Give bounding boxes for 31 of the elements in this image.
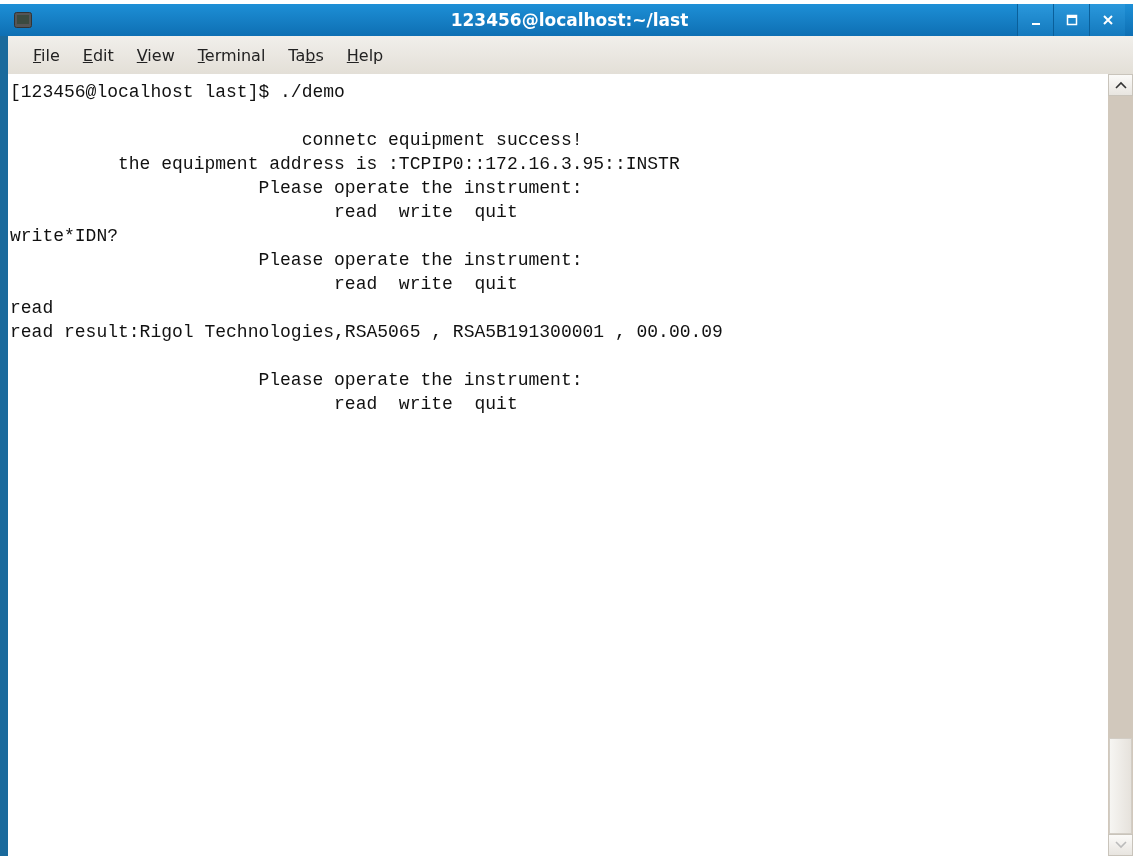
- window-title: 123456@localhost:~/last: [449, 10, 690, 30]
- scroll-up-button[interactable]: [1108, 74, 1133, 96]
- terminal-line: read write quit: [333, 202, 518, 222]
- terminal-line: Please operate the instrument:: [257, 250, 583, 270]
- menu-item[interactable]: View: [125, 41, 186, 69]
- menu-item[interactable]: Tabs: [277, 41, 335, 69]
- maximize-icon: [1065, 14, 1078, 26]
- terminal-line: Please operate the instrument:: [257, 178, 583, 198]
- terminal-line: read write quit: [333, 394, 518, 414]
- terminal-line: Please operate the instrument:: [257, 370, 583, 390]
- close-icon: [1101, 14, 1114, 26]
- menu-item[interactable]: Terminal: [186, 41, 277, 69]
- terminal-line: read: [10, 298, 54, 318]
- terminal-line: read result:Rigol Technologies,RSA5065 , RSA5B191300001 , 00.00.09: [10, 322, 723, 342]
- menu-item[interactable]: File: [22, 41, 71, 69]
- menu-item[interactable]: Edit: [71, 41, 125, 69]
- menu-item[interactable]: Help: [335, 41, 395, 69]
- minimize-icon: [1031, 23, 1040, 25]
- close-button[interactable]: [1089, 4, 1125, 36]
- terminal-icon: [14, 12, 32, 28]
- scrollbar[interactable]: [1108, 74, 1133, 856]
- caret-up-icon: [1114, 81, 1127, 89]
- terminal-line: [123456@localhost last]$ ./demo: [10, 82, 345, 102]
- terminal-line: the equipment address is :TCPIP0::172.16.3.95::INSTR: [117, 154, 680, 174]
- terminal-line: read write quit: [333, 274, 518, 294]
- scroll-thumb[interactable]: [1109, 738, 1132, 834]
- scroll-down-button[interactable]: [1108, 834, 1133, 856]
- terminal-line: write*IDN?: [10, 226, 119, 246]
- maximize-button[interactable]: [1053, 4, 1089, 36]
- terminal-line: connetc equipment success!: [300, 130, 583, 150]
- caret-down-icon: [1114, 841, 1127, 849]
